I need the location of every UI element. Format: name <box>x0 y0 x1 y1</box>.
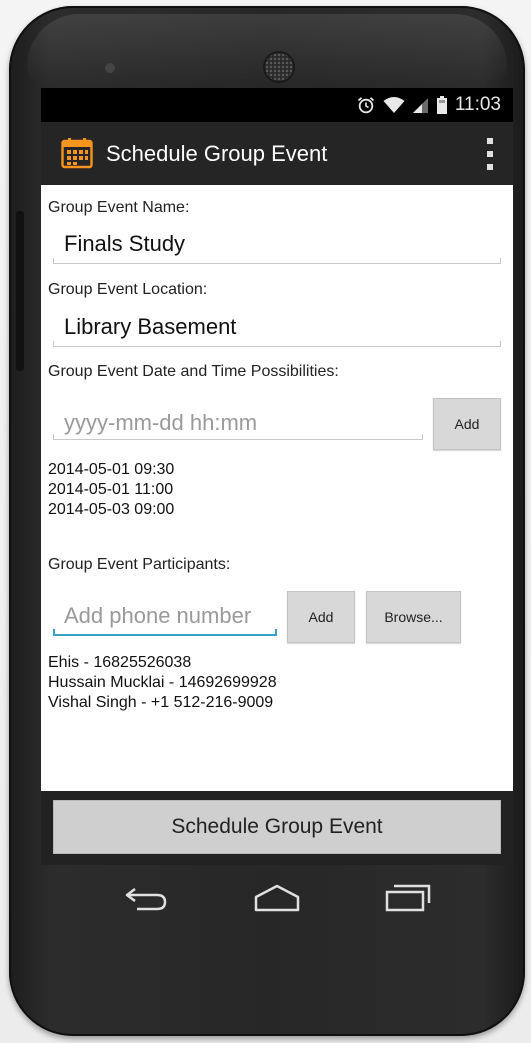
form-content: Group Event Name: Finals Study Group Eve… <box>41 185 513 791</box>
action-bar: Schedule Group Event <box>41 122 513 185</box>
date-time-label: Group Event Date and Time Possibilities: <box>48 363 339 380</box>
overflow-menu-icon[interactable] <box>485 138 495 170</box>
schedule-group-event-button[interactable]: Schedule Group Event <box>53 800 501 854</box>
participants-label: Group Event Participants: <box>48 556 231 573</box>
alarm-icon <box>357 97 374 114</box>
date-time-underline <box>53 439 423 440</box>
add-participant-button[interactable]: Add <box>287 591 355 643</box>
navigation-bar <box>41 865 513 937</box>
menu-dot <box>487 164 493 170</box>
underline-tick <box>422 434 423 440</box>
underline-tick <box>53 341 54 347</box>
app-title: Schedule Group Event <box>106 141 328 166</box>
underline-tick <box>53 258 54 264</box>
event-location-label: Group Event Location: <box>48 281 208 298</box>
wifi-icon <box>383 97 405 113</box>
participant-entry: Hussain Mucklai - 14692699928 <box>48 674 277 691</box>
phone-number-underline <box>53 634 277 636</box>
earpiece-speaker <box>265 53 293 81</box>
page: 11:03 Schedule Group Event Group Event N… <box>0 0 531 1043</box>
underline-tick <box>275 629 277 635</box>
date-time-entry: 2014-05-01 11:00 <box>48 481 174 498</box>
recent-apps-icon[interactable] <box>384 883 432 913</box>
menu-dot <box>487 151 493 157</box>
add-date-time-button[interactable]: Add <box>433 398 501 450</box>
event-name-label: Group Event Name: <box>48 199 190 216</box>
underline-tick <box>500 258 501 264</box>
phone-number-placeholder: Add phone number <box>64 603 252 628</box>
underline-tick <box>53 434 54 440</box>
calendar-icon <box>61 138 93 169</box>
cell-signal-icon <box>412 98 428 113</box>
underline-tick <box>53 629 55 635</box>
status-icons: 11:03 <box>357 94 501 115</box>
event-name-underline <box>53 263 501 264</box>
home-icon[interactable] <box>253 883 301 913</box>
event-name-value: Finals Study <box>64 231 186 256</box>
date-time-entry: 2014-05-01 09:30 <box>48 461 175 478</box>
date-time-placeholder: yyyy-mm-dd hh:mm <box>64 410 258 435</box>
volume-button <box>16 211 24 371</box>
device-screen: 11:03 Schedule Group Event Group Event N… <box>41 88 513 865</box>
menu-dot <box>487 138 493 144</box>
underline-tick <box>500 341 501 347</box>
date-time-entry: 2014-05-03 09:00 <box>48 501 175 518</box>
participant-entry: Ehis - 16825526038 <box>48 654 192 671</box>
event-location-underline <box>53 346 501 347</box>
browse-contacts-button[interactable]: Browse... <box>366 591 461 643</box>
bottom-action-bar: Schedule Group Event <box>41 791 513 865</box>
status-time: 11:03 <box>454 94 501 115</box>
proximity-sensor <box>105 63 115 73</box>
participant-entry: Vishal Singh - +1 512-216-9009 <box>48 694 274 711</box>
back-icon[interactable] <box>123 883 169 913</box>
battery-icon <box>436 96 447 114</box>
event-location-value: Library Basement <box>64 314 237 339</box>
status-bar: 11:03 <box>41 88 513 122</box>
